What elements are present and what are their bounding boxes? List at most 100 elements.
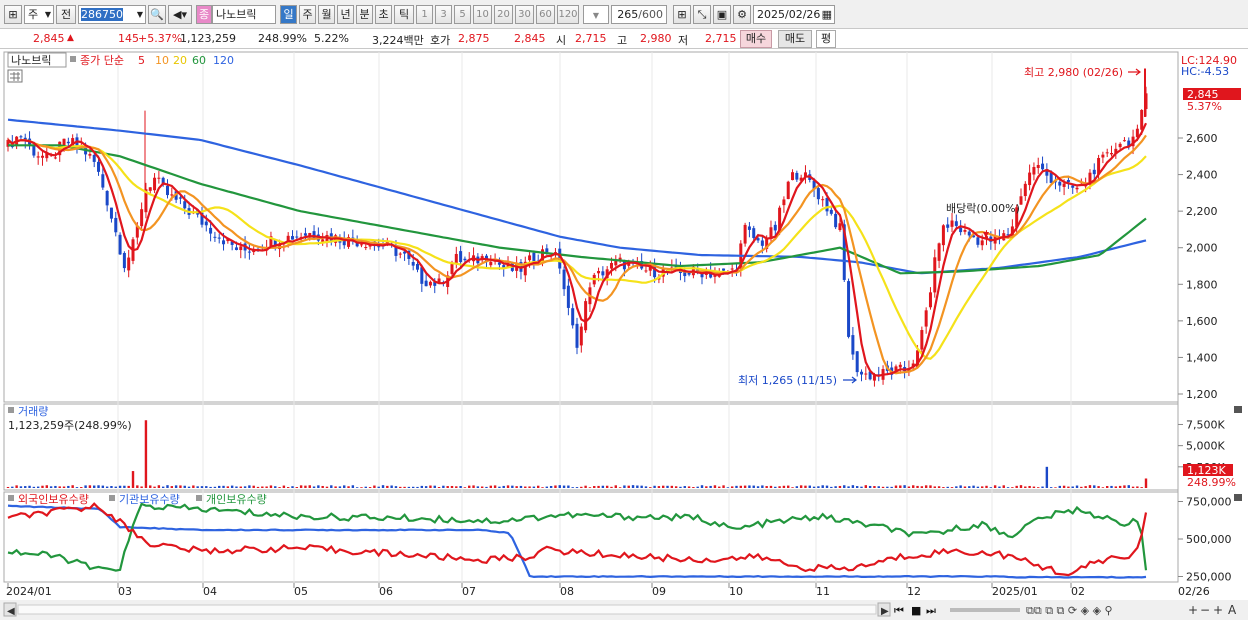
stock-name[interactable]: 나노브릭	[212, 5, 276, 24]
volume-bar	[472, 485, 475, 488]
stock-chart[interactable]: 나노브릭 종가 단순 5 10 20 60 120 LC:124.90 HC:-…	[0, 50, 1248, 621]
draw-icon[interactable]: ⤡	[693, 5, 711, 24]
x-axis-label: 12	[907, 585, 921, 598]
font-size-icon[interactable]: A	[1228, 603, 1237, 617]
buy-button[interactable]: 매수	[740, 30, 772, 48]
candle-body	[562, 269, 566, 290]
candle-body	[109, 207, 113, 219]
interval-1[interactable]: 1	[416, 5, 433, 24]
volume-bar	[11, 486, 14, 488]
volume-bar	[571, 487, 574, 488]
candle-body	[937, 243, 941, 261]
volume-bar	[291, 486, 294, 488]
volume-bar	[1127, 485, 1130, 488]
horizontal-scrollbar[interactable]	[17, 604, 877, 615]
volume-bar	[713, 485, 717, 488]
grid-icon[interactable]: ⊞	[673, 5, 691, 24]
volume-bar	[360, 487, 363, 488]
volume-bar	[407, 486, 411, 488]
volume-bar	[730, 486, 734, 488]
forward-icon[interactable]: ⏭	[926, 604, 936, 617]
candle-body	[40, 155, 44, 158]
tab-second[interactable]: 초	[375, 5, 392, 24]
up-arrow-icon: ▲	[67, 33, 74, 43]
tab-year[interactable]: 년	[337, 5, 354, 24]
scroll-right-icon: ▶	[881, 606, 889, 617]
interval-10[interactable]: 10	[473, 5, 492, 24]
volume-bar	[769, 485, 773, 488]
tab-minute[interactable]: 분	[356, 5, 373, 24]
candle-body	[528, 255, 532, 261]
foreign-holding-label: 외국인보유수량	[18, 493, 89, 506]
interval-30[interactable]: 30	[515, 5, 534, 24]
count-input[interactable]: 265/600	[611, 5, 667, 24]
volume-current-rate: 248.99%	[1187, 476, 1236, 489]
tab-month[interactable]: 월	[318, 5, 335, 24]
volume-bar	[123, 485, 126, 488]
sell-button[interactable]: 매도	[778, 30, 812, 48]
prev-button[interactable]: 전	[56, 5, 76, 24]
volume-bar	[1084, 486, 1087, 488]
volume-bar	[312, 486, 316, 488]
volume-bar	[1131, 486, 1135, 488]
volume-bar	[795, 486, 799, 488]
low-annotation: 최저 1,265 (11/15)	[738, 374, 837, 387]
candle-body	[1062, 183, 1066, 187]
high-annotation: 최고 2,980 (02/26)	[1024, 66, 1123, 79]
price-tick-label: 2,400	[1186, 169, 1218, 182]
interval-60[interactable]: 60	[536, 5, 555, 24]
custom-interval-select[interactable]: ▼	[583, 5, 609, 24]
candle-body	[1140, 109, 1144, 130]
volume-panel-close-icon[interactable]	[1234, 406, 1242, 413]
tab-day[interactable]: 일	[280, 5, 297, 24]
volume-bar	[446, 486, 449, 488]
stop-icon[interactable]: ■	[911, 604, 921, 617]
date-input[interactable]: 2025/02/26 ▦	[753, 5, 835, 24]
volume-bar	[80, 487, 83, 488]
speaker-icon[interactable]: ◀▾	[168, 5, 192, 24]
search-icon[interactable]: 🔍	[148, 5, 166, 24]
stock-code-input[interactable]: 286750 ▼	[78, 5, 146, 24]
ma20-label: 20	[173, 54, 187, 67]
volume-bar	[424, 486, 428, 488]
candle-body	[773, 224, 777, 231]
tab-week[interactable]: 주	[299, 5, 316, 24]
zoom-reset-icon[interactable]: +	[1213, 603, 1223, 617]
rewind-icon[interactable]: ⏮	[894, 604, 904, 617]
candle-body	[786, 181, 790, 200]
holding-panel-close-icon[interactable]	[1234, 494, 1242, 501]
interval-5[interactable]: 5	[454, 5, 471, 24]
volume-bar	[532, 486, 536, 488]
candle-body	[234, 247, 238, 251]
volume-bar	[593, 486, 596, 488]
save-icon[interactable]: ▣	[713, 5, 731, 24]
toolbox-icons[interactable]: ⧉⧉ ⧉ ⧉ ⟳ ◈ ◈ ⚲	[1026, 604, 1113, 617]
volume-bar	[399, 486, 402, 488]
volume-bar	[506, 485, 510, 488]
zoom-out-icon[interactable]: −	[1200, 603, 1210, 617]
volume-bar	[463, 487, 467, 488]
zoom-in-icon[interactable]: +	[1188, 603, 1198, 617]
price-tick-label: 1,600	[1186, 315, 1218, 328]
view-select[interactable]: 주 ▼	[24, 5, 54, 24]
interval-120[interactable]: 120	[557, 5, 579, 24]
chart-menu-icon[interactable]: ⊞	[4, 5, 22, 24]
interval-20[interactable]: 20	[494, 5, 513, 24]
interval-3[interactable]: 3	[435, 5, 452, 24]
volume-bar	[343, 485, 346, 488]
volume-bar	[679, 486, 682, 488]
volume-bar	[67, 485, 70, 488]
volume-bar	[765, 486, 768, 488]
chevron-down-icon: ▼	[136, 10, 143, 19]
zoom-slider[interactable]	[950, 608, 1020, 612]
volume-bar	[537, 485, 540, 488]
chart-area[interactable]: 나노브릭 종가 단순 5 10 20 60 120 LC:124.90 HC:-…	[0, 50, 1248, 621]
candle-body	[855, 351, 859, 373]
eval-button[interactable]: 평	[816, 30, 836, 48]
volume-bar	[549, 485, 553, 488]
tab-tick[interactable]: 틱	[394, 5, 414, 24]
gear-icon[interactable]: ⚙	[733, 5, 751, 24]
ma5-label: 5	[138, 54, 145, 67]
table-icon[interactable]	[7, 69, 23, 83]
candle-body	[834, 213, 838, 228]
